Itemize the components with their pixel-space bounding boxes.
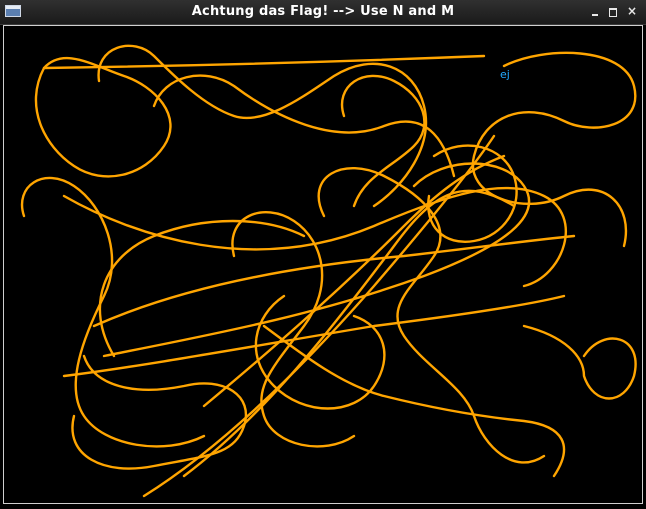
maximize-icon xyxy=(609,8,617,17)
trail-segment-right-bottom-loop xyxy=(522,324,637,400)
snake-trail-group xyxy=(21,44,637,498)
trail-segment-left-loop xyxy=(34,56,172,178)
trail-segment-cross-ne xyxy=(202,154,506,408)
title-bar[interactable]: Achtung das Flag! --> Use N and M × xyxy=(0,0,646,25)
trail-segment-upper-mid-loop xyxy=(341,74,426,208)
close-icon: × xyxy=(626,4,638,18)
window-title: Achtung das Flag! --> Use N and M xyxy=(191,4,455,19)
minimize-button[interactable] xyxy=(588,5,602,19)
trail-segment-top-left-loops xyxy=(97,44,428,208)
trail-segment-bottom-left-loop xyxy=(71,354,247,470)
trail-segment-center-cross-a xyxy=(92,234,576,328)
trail-segment-diagonal-1 xyxy=(62,186,567,288)
trail-layer: ej xyxy=(21,44,637,498)
trail-segment-left-side-loop xyxy=(21,176,206,448)
close-button[interactable]: × xyxy=(625,4,639,19)
window-bottom-edge xyxy=(0,505,646,509)
minimize-icon xyxy=(592,14,598,16)
player-label: ej xyxy=(500,68,510,81)
game-canvas[interactable]: ej xyxy=(3,25,643,504)
trail-segment-top-right-loop xyxy=(471,51,637,248)
maximize-button[interactable] xyxy=(606,5,620,19)
game-window: Achtung das Flag! --> Use N and M × ej xyxy=(0,0,646,509)
trail-segment-top-line xyxy=(42,54,486,70)
